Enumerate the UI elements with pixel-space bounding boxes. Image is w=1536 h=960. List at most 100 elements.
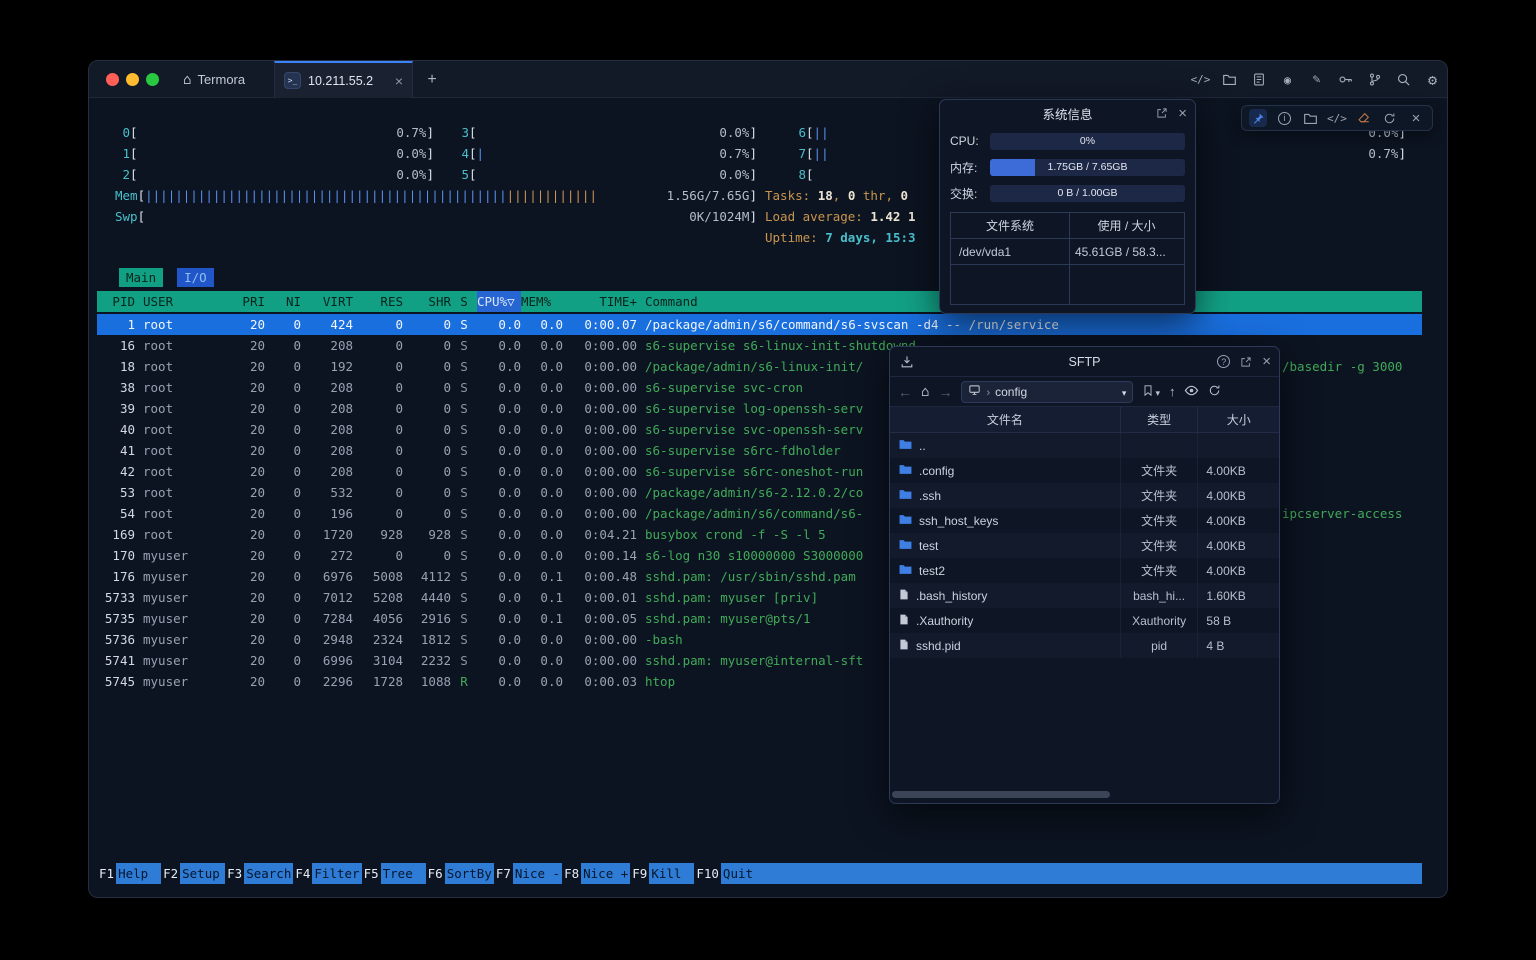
maximize-window-button[interactable]	[146, 73, 159, 86]
scrollbar-thumb[interactable]	[892, 791, 1110, 798]
close-window-button[interactable]	[106, 73, 119, 86]
forward-icon[interactable]: →	[938, 384, 952, 400]
file-row[interactable]: .ssh文件夹4.00KB	[890, 483, 1279, 508]
fkey-f5[interactable]: F5	[362, 863, 381, 884]
cell-ni: 0	[265, 461, 301, 482]
col-header-pid[interactable]: PID	[97, 291, 135, 312]
cell-mem: 0.1	[521, 566, 563, 587]
log-icon[interactable]	[1250, 71, 1267, 88]
fkey-label[interactable]: Setup	[180, 863, 225, 884]
code-icon[interactable]: </>	[1328, 109, 1346, 127]
file-row[interactable]: test文件夹4.00KB	[890, 533, 1279, 558]
fkey-label[interactable]: Filter	[312, 863, 361, 884]
cell-pid: 5741	[97, 650, 135, 671]
fkey-f10[interactable]: F10	[694, 863, 721, 884]
close-icon[interactable]: ×	[1262, 354, 1271, 369]
transfers-icon[interactable]	[900, 347, 914, 376]
col-header-res[interactable]: RES	[353, 291, 403, 312]
popout-icon[interactable]	[1156, 107, 1168, 119]
path-breadcrumb[interactable]: › config ▾	[961, 381, 1133, 403]
cell-res: 0	[353, 356, 403, 377]
cell-time: 0:00.14	[563, 545, 637, 566]
fkey-f6[interactable]: F6	[426, 863, 445, 884]
bookmarks-button[interactable]: ▾	[1142, 384, 1160, 400]
clear-icon[interactable]	[1354, 109, 1372, 127]
fkey-f4[interactable]: F4	[293, 863, 312, 884]
col-header-user[interactable]: USER	[143, 291, 217, 312]
fkey-label[interactable]: Kill	[649, 863, 694, 884]
cell-pid: 41	[97, 440, 135, 461]
tab-ssh-session[interactable]: >_ 10.211.55.2 ×	[274, 61, 413, 98]
process-table-header[interactable]: PIDUSERPRINIVIRTRESSHRSCPU%▽MEM%TIME+Com…	[97, 291, 1422, 312]
file-table-header[interactable]: 文件名 类型 大小	[890, 407, 1279, 433]
close-icon[interactable]: ×	[1178, 106, 1187, 121]
fkey-f2[interactable]: F2	[161, 863, 180, 884]
pin-icon[interactable]	[1249, 109, 1267, 127]
cell-res: 0	[353, 461, 403, 482]
col-header-pri[interactable]: PRI	[217, 291, 265, 312]
file-row[interactable]: .bash_historybash_hi...1.60KB	[890, 583, 1279, 608]
col-header-s[interactable]: S	[451, 291, 477, 312]
record-icon[interactable]: ◉	[1279, 71, 1296, 88]
refresh-icon[interactable]	[1208, 384, 1221, 400]
fkey-label[interactable]: Nice +	[581, 863, 630, 884]
home-icon[interactable]: ⌂	[921, 384, 929, 400]
fkey-f1[interactable]: F1	[97, 863, 116, 884]
fkey-label[interactable]: Search	[244, 863, 293, 884]
file-row[interactable]: test2文件夹4.00KB	[890, 558, 1279, 583]
col-header-mem[interactable]: MEM%	[521, 291, 563, 312]
fkey-label[interactable]: Nice -	[513, 863, 562, 884]
parent-directory-icon[interactable]: ↑	[1169, 384, 1176, 399]
fkey-label[interactable]: Quit	[721, 863, 766, 884]
settings-icon[interactable]: ⚙	[1424, 71, 1441, 88]
back-icon[interactable]: ←	[898, 384, 912, 400]
col-header-ni[interactable]: NI	[265, 291, 301, 312]
fkey-label[interactable]: Help	[116, 863, 161, 884]
new-tab-button[interactable]: +	[421, 69, 443, 91]
cell-res: 0	[353, 440, 403, 461]
folder-icon[interactable]	[1302, 109, 1320, 127]
key-icon[interactable]	[1337, 71, 1354, 88]
cell-mem: 0.0	[521, 461, 563, 482]
col-header-shr[interactable]: SHR	[403, 291, 451, 312]
edit-icon[interactable]: ✎	[1308, 71, 1325, 88]
fkey-f3[interactable]: F3	[225, 863, 244, 884]
fkey-f8[interactable]: F8	[562, 863, 581, 884]
col-header-cpu[interactable]: CPU%▽	[477, 291, 521, 312]
close-icon[interactable]: ×	[1407, 109, 1425, 127]
code-icon[interactable]: </>	[1192, 71, 1209, 88]
col-header-virt[interactable]: VIRT	[301, 291, 353, 312]
horizontal-scrollbar[interactable]	[892, 791, 1279, 798]
info-icon[interactable]: i	[1275, 109, 1293, 127]
search-icon[interactable]	[1395, 71, 1412, 88]
help-icon[interactable]: ?	[1217, 355, 1230, 368]
fkey-f9[interactable]: F9	[630, 863, 649, 884]
cell-time: 0:04.21	[563, 524, 637, 545]
refresh-icon[interactable]	[1381, 109, 1399, 127]
file-row[interactable]: ssh_host_keys文件夹4.00KB	[890, 508, 1279, 533]
file-row[interactable]: .config文件夹4.00KB	[890, 458, 1279, 483]
meter-value: 1.75GB / 7.65GB	[990, 159, 1185, 176]
file-row[interactable]: sshd.pidpid4 B	[890, 633, 1279, 658]
minimize-window-button[interactable]	[126, 73, 139, 86]
show-hidden-icon[interactable]	[1184, 383, 1199, 401]
col-header-time[interactable]: TIME+	[563, 291, 637, 312]
file-row[interactable]: .XauthorityXauthority58 B	[890, 608, 1279, 633]
htop-tab-io[interactable]: I/O	[177, 268, 214, 287]
uptime: Uptime: 7 days, 15:3	[765, 227, 916, 248]
fkey-label[interactable]: SortBy	[445, 863, 494, 884]
close-tab-icon[interactable]: ×	[395, 74, 403, 88]
process-row[interactable]: 1root20042400S0.00.00:00.07/package/admi…	[97, 314, 1422, 335]
popout-icon[interactable]	[1240, 356, 1252, 368]
fkey-label[interactable]: Tree	[381, 863, 426, 884]
htop-tab-main[interactable]: Main	[119, 268, 163, 287]
cell-pid: 38	[97, 377, 135, 398]
tab-home[interactable]: ⌂ Termora	[173, 61, 255, 98]
folder-icon[interactable]	[1221, 71, 1238, 88]
chevron-down-icon[interactable]: ▾	[1122, 385, 1127, 399]
cell-shr: 928	[403, 524, 451, 545]
fkey-f7[interactable]: F7	[494, 863, 513, 884]
filesystem-row[interactable]: /dev/vda1 45.61GB / 58.3...	[951, 239, 1184, 265]
file-row[interactable]: ..	[890, 433, 1279, 458]
branch-icon[interactable]	[1366, 71, 1383, 88]
